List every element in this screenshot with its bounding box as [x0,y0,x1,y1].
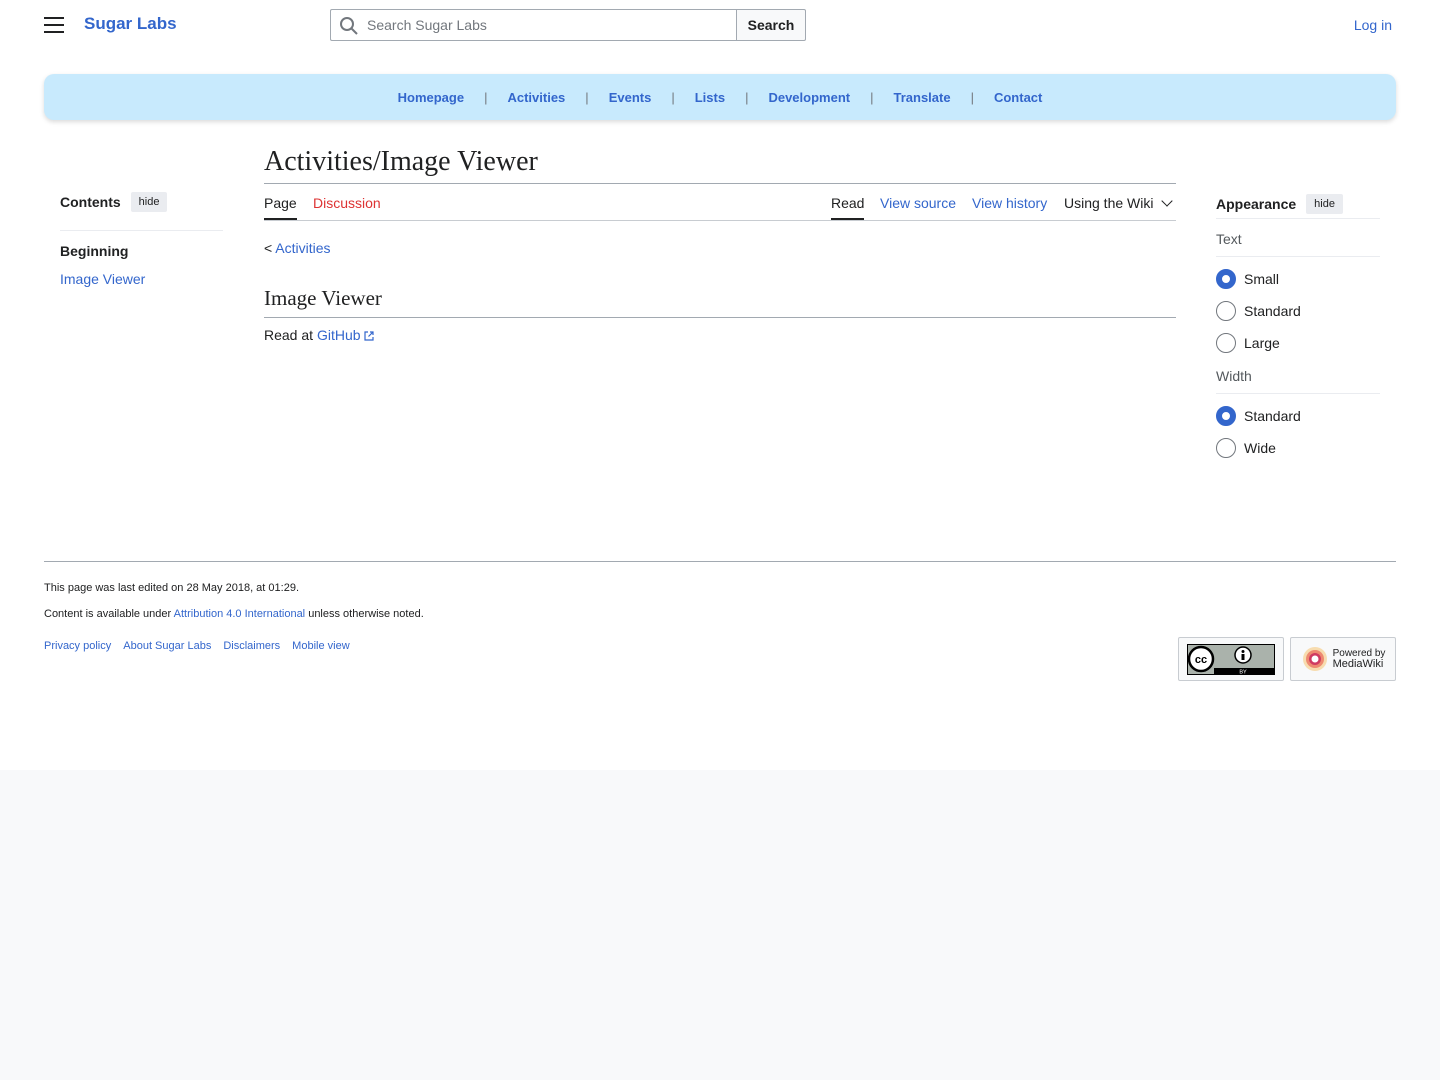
mediawiki-flower-icon [1302,647,1327,671]
search-input[interactable] [367,10,729,40]
main-content: Activities/Image Viewer Page Discussion … [264,146,1176,343]
search-button[interactable]: Search [736,9,806,41]
last-edited-text: This page was last edited on 28 May 2018… [44,582,299,594]
radio-selected-icon[interactable] [1216,269,1236,289]
search-icon [340,17,358,35]
table-of-contents: Contents hide Beginning Image Viewer [60,190,223,287]
appearance-header: Appearance hide [1216,190,1380,219]
toc-header: Contents hide [60,190,223,231]
footer: This page was last edited on 28 May 2018… [44,561,1396,681]
page-tabs: Page Discussion Read View source View hi… [264,184,1176,221]
page: Sugar Labs Search Log in Homepage | Acti… [0,0,1440,770]
radio-selected-icon[interactable] [1216,406,1236,426]
width-label: Width [1216,368,1380,394]
appearance-title: Appearance [1216,196,1297,212]
powered-by-mediawiki-badge[interactable]: Powered by MediaWiki [1290,637,1396,681]
width-wide-option[interactable]: Wide [1216,432,1380,464]
tab-page[interactable]: Page [264,195,297,220]
toc-title: Contents [60,193,121,210]
nav-homepage[interactable]: Homepage [398,90,464,105]
breadcrumb-activities-link[interactable]: Activities [275,240,330,256]
privacy-policy-link[interactable]: Privacy policy [44,640,111,652]
toc-hide-button[interactable]: hide [130,191,168,212]
text-size-large-label: Large [1244,335,1280,351]
tab-using-the-wiki-label: Using the Wiki [1064,195,1154,211]
text-size-standard-label: Standard [1244,303,1301,319]
nav-events[interactable]: Events [609,90,652,105]
cc-by-badge[interactable]: cc BY [1178,637,1284,681]
chevron-down-icon [1161,195,1174,207]
radio-unselected-icon[interactable] [1216,301,1236,321]
nav-separator: | [745,89,749,105]
radio-unselected-icon[interactable] [1216,438,1236,458]
mobile-view-link[interactable]: Mobile view [292,640,349,652]
license-text: Content is available under Attribution 4… [44,608,1396,620]
tab-discussion[interactable]: Discussion [313,195,381,218]
login-link[interactable]: Log in [1354,17,1392,33]
nav-separator: | [970,89,974,105]
nav-separator: | [671,89,675,105]
text-size-label: Text [1216,231,1380,257]
width-wide-label: Wide [1244,440,1276,456]
nav-separator: | [870,89,874,105]
about-link[interactable]: About Sugar Labs [123,640,211,652]
tab-using-the-wiki[interactable]: Using the Wiki [1064,195,1174,218]
cc-by-logo-icon: cc BY [1187,643,1275,675]
cc-badge-label: BY [1239,669,1247,675]
license-suffix: unless otherwise noted. [305,608,424,620]
github-link[interactable]: GitHub [317,327,361,343]
section-heading: Image Viewer [264,286,1176,318]
nav-separator: | [585,89,589,105]
toc-item-image-viewer[interactable]: Image Viewer [60,271,223,287]
external-link-icon [363,331,374,341]
breadcrumb: < Activities [264,240,1176,256]
site-logo-link[interactable]: Sugar Labs [84,14,177,34]
page-title: Activities/Image Viewer [264,146,1176,184]
tab-read[interactable]: Read [831,195,865,220]
disclaimers-link[interactable]: Disclaimers [223,640,280,652]
nav-translate[interactable]: Translate [893,90,950,105]
top-navigation: Homepage | Activities | Events | Lists |… [44,74,1396,120]
text-size-standard-option[interactable]: Standard [1216,295,1380,327]
text-size-large-option[interactable]: Large [1216,327,1380,359]
nav-contact[interactable]: Contact [994,90,1042,105]
breadcrumb-prefix: < [264,240,276,256]
nav-development[interactable]: Development [768,90,850,105]
appearance-panel: Appearance hide Text Small Standard Larg… [1216,190,1380,464]
search-box[interactable] [330,9,736,41]
read-at-text: Read at [264,327,317,343]
radio-unselected-icon[interactable] [1216,333,1236,353]
text-size-small-label: Small [1244,271,1280,287]
tab-view-source[interactable]: View source [880,195,956,218]
search-form: Search [330,9,806,41]
footer-badges: cc BY Powered by MediaWiki [1172,637,1396,681]
license-prefix: Content is available under [44,608,174,620]
license-link[interactable]: Attribution 4.0 International [174,608,305,620]
read-at-line: Read at GitHub [264,327,1176,343]
nav-activities[interactable]: Activities [507,90,565,105]
text-size-small-option[interactable]: Small [1216,263,1380,295]
tab-view-history[interactable]: View history [972,195,1047,218]
svg-text:cc: cc [1195,654,1207,666]
width-standard-label: Standard [1244,408,1301,424]
appearance-hide-button[interactable]: hide [1306,194,1343,214]
toc-beginning[interactable]: Beginning [60,243,223,259]
mediawiki-badge-text: Powered by MediaWiki [1333,648,1386,670]
mediawiki-badge-line2: MediaWiki [1332,658,1384,670]
nav-separator: | [484,89,488,105]
main-menu-icon[interactable] [44,16,64,34]
width-standard-option[interactable]: Standard [1216,400,1380,432]
nav-lists[interactable]: Lists [695,90,725,105]
